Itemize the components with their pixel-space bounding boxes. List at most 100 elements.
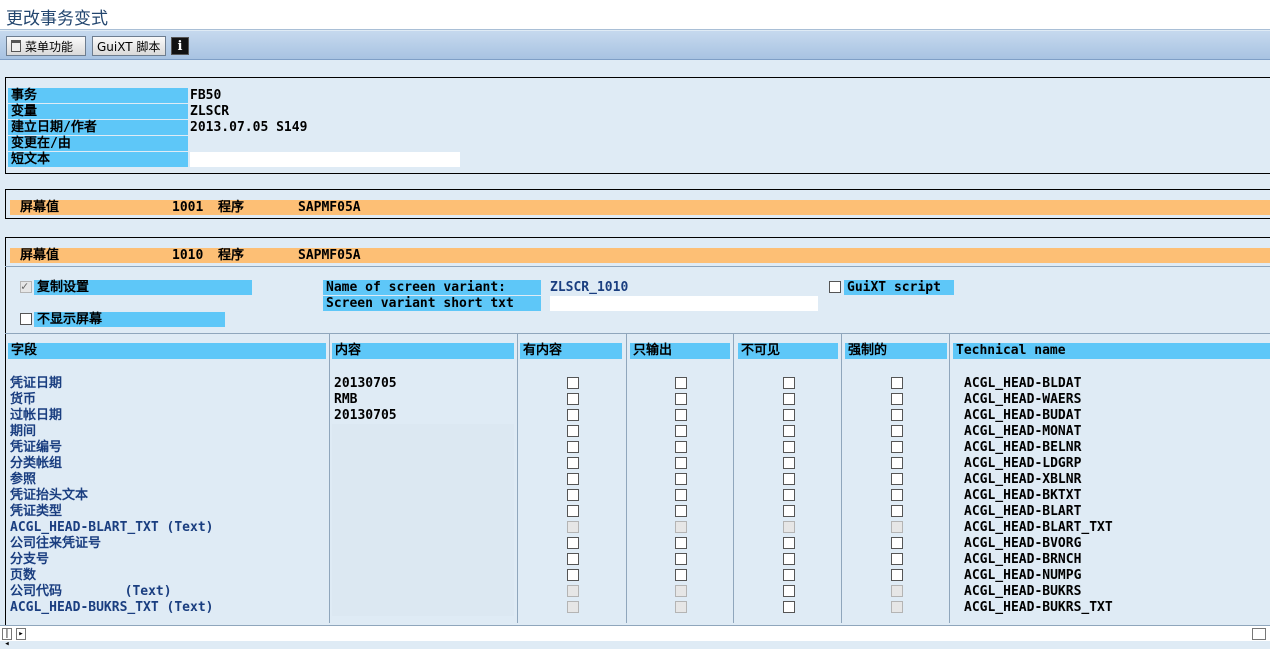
required-checkbox[interactable] bbox=[891, 425, 903, 437]
screen1-bar: 屏幕值 1001 程序 SAPMF05A bbox=[10, 200, 1270, 215]
output-only-checkbox[interactable] bbox=[675, 377, 687, 389]
output-only-checkbox[interactable] bbox=[675, 521, 687, 533]
has-content-checkbox[interactable] bbox=[567, 537, 579, 549]
has-content-checkbox[interactable] bbox=[567, 441, 579, 453]
output-only-checkbox[interactable] bbox=[675, 601, 687, 613]
technical-name: ACGL_HEAD-XBLNR bbox=[964, 472, 1082, 487]
has-content-checkbox[interactable] bbox=[567, 553, 579, 565]
required-checkbox[interactable] bbox=[891, 505, 903, 517]
technical-name: ACGL_HEAD-BRNCH bbox=[964, 552, 1082, 567]
column-header: 字段 bbox=[8, 343, 326, 359]
invisible-checkbox[interactable] bbox=[783, 489, 795, 501]
table-row-field: ACGL_HEAD-BUKRS_TXT (Text) bbox=[10, 600, 214, 615]
invisible-checkbox[interactable] bbox=[783, 409, 795, 421]
required-checkbox[interactable] bbox=[891, 601, 903, 613]
has-content-checkbox[interactable] bbox=[567, 505, 579, 517]
invisible-checkbox[interactable] bbox=[783, 377, 795, 389]
scroll-right-icon[interactable]: ▸ bbox=[16, 628, 26, 640]
technical-name: ACGL_HEAD-BUKRS_TXT bbox=[964, 600, 1113, 615]
short-text-input[interactable] bbox=[190, 152, 460, 167]
content-cell bbox=[332, 584, 514, 600]
table-row-field: 参照 bbox=[10, 472, 37, 487]
invisible-checkbox[interactable] bbox=[783, 505, 795, 517]
menu-functions-button[interactable]: 菜单功能 bbox=[6, 36, 86, 56]
required-checkbox[interactable] bbox=[891, 409, 903, 421]
output-only-checkbox[interactable] bbox=[675, 457, 687, 469]
required-checkbox[interactable] bbox=[891, 441, 903, 453]
invisible-checkbox[interactable] bbox=[783, 441, 795, 453]
has-content-checkbox[interactable] bbox=[567, 521, 579, 533]
application-toolbar: 菜单功能 GuiXT 脚本 bbox=[0, 31, 1270, 60]
guixt-label: GuiXT script bbox=[844, 280, 954, 295]
hide-screen-checkbox[interactable] bbox=[20, 313, 32, 325]
required-checkbox[interactable] bbox=[891, 393, 903, 405]
technical-name: ACGL_HEAD-BLDAT bbox=[964, 376, 1082, 391]
column-header: Technical name bbox=[953, 343, 1270, 359]
required-checkbox[interactable] bbox=[891, 457, 903, 469]
table-row-field: 分类帐组 bbox=[10, 456, 63, 471]
column-header: 强制的 bbox=[845, 343, 947, 359]
output-only-checkbox[interactable] bbox=[675, 505, 687, 517]
table-row-field: 页数 bbox=[10, 568, 37, 583]
invisible-checkbox[interactable] bbox=[783, 569, 795, 581]
output-only-checkbox[interactable] bbox=[675, 569, 687, 581]
has-content-checkbox[interactable] bbox=[567, 489, 579, 501]
output-only-checkbox[interactable] bbox=[675, 393, 687, 405]
has-content-checkbox[interactable] bbox=[567, 601, 579, 613]
invisible-checkbox[interactable] bbox=[783, 521, 795, 533]
required-checkbox[interactable] bbox=[891, 489, 903, 501]
has-content-checkbox[interactable] bbox=[567, 473, 579, 485]
variant-short-label: Screen variant short txt bbox=[323, 296, 541, 311]
content-cell bbox=[332, 552, 514, 568]
required-checkbox[interactable] bbox=[891, 521, 903, 533]
technical-name: ACGL_HEAD-BELNR bbox=[964, 440, 1082, 455]
output-only-checkbox[interactable] bbox=[675, 409, 687, 421]
required-checkbox[interactable] bbox=[891, 537, 903, 549]
has-content-checkbox[interactable] bbox=[567, 377, 579, 389]
required-checkbox[interactable] bbox=[891, 473, 903, 485]
technical-name: ACGL_HEAD-BUKRS bbox=[964, 584, 1082, 599]
has-content-checkbox[interactable] bbox=[567, 425, 579, 437]
output-only-checkbox[interactable] bbox=[675, 441, 687, 453]
has-content-checkbox[interactable] bbox=[567, 393, 579, 405]
required-checkbox[interactable] bbox=[891, 553, 903, 565]
has-content-checkbox[interactable] bbox=[567, 585, 579, 597]
invisible-checkbox[interactable] bbox=[783, 425, 795, 437]
has-content-checkbox[interactable] bbox=[567, 409, 579, 421]
copy-settings-checkbox[interactable] bbox=[20, 279, 32, 293]
has-content-checkbox[interactable] bbox=[567, 457, 579, 469]
content-cell bbox=[332, 568, 514, 584]
info-icon[interactable]: i bbox=[171, 37, 189, 55]
table-row-content: 20130705 bbox=[334, 408, 397, 423]
table-row-content: RMB bbox=[334, 392, 358, 407]
guixt-checkbox[interactable] bbox=[829, 281, 841, 293]
output-only-checkbox[interactable] bbox=[675, 585, 687, 597]
required-checkbox[interactable] bbox=[891, 569, 903, 581]
column-header: 有内容 bbox=[520, 343, 622, 359]
technical-name: ACGL_HEAD-LDGRP bbox=[964, 456, 1082, 471]
required-checkbox[interactable] bbox=[891, 585, 903, 597]
has-content-checkbox[interactable] bbox=[567, 569, 579, 581]
output-only-checkbox[interactable] bbox=[675, 537, 687, 549]
output-only-checkbox[interactable] bbox=[675, 425, 687, 437]
guixt-script-button[interactable]: GuiXT 脚本 bbox=[92, 36, 166, 56]
invisible-checkbox[interactable] bbox=[783, 553, 795, 565]
output-only-checkbox[interactable] bbox=[675, 553, 687, 565]
technical-name: ACGL_HEAD-BLART_TXT bbox=[964, 520, 1113, 535]
output-only-checkbox[interactable] bbox=[675, 489, 687, 501]
invisible-checkbox[interactable] bbox=[783, 393, 795, 405]
invisible-checkbox[interactable] bbox=[783, 585, 795, 597]
required-checkbox[interactable] bbox=[891, 377, 903, 389]
content-cell bbox=[332, 536, 514, 552]
invisible-checkbox[interactable] bbox=[783, 473, 795, 485]
screen2-bar: 屏幕值 1010 程序 SAPMF05A bbox=[10, 248, 1270, 263]
invisible-checkbox[interactable] bbox=[783, 537, 795, 549]
content-cell bbox=[332, 504, 514, 520]
scroll-left-icon[interactable]: |◂ bbox=[2, 628, 12, 649]
variant-short-input[interactable] bbox=[550, 296, 818, 311]
table-row-field: 过帐日期 bbox=[10, 408, 63, 423]
resize-handle[interactable] bbox=[1252, 628, 1266, 640]
invisible-checkbox[interactable] bbox=[783, 457, 795, 469]
output-only-checkbox[interactable] bbox=[675, 473, 687, 485]
invisible-checkbox[interactable] bbox=[783, 601, 795, 613]
